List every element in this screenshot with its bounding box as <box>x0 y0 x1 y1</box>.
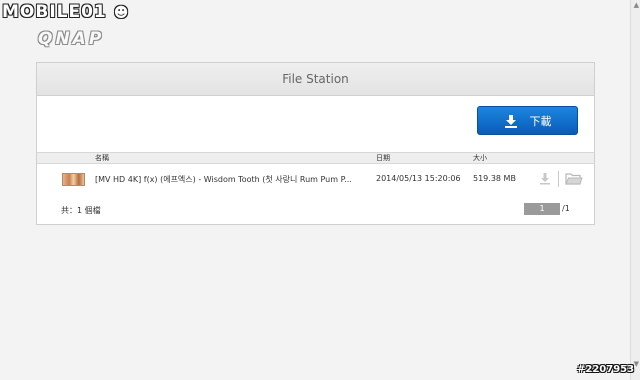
file-station-panel: File Station 下載 名稱 日期 大小 [MV HD 4K] f(x)… <box>36 62 595 225</box>
download-button[interactable]: 下載 <box>477 106 578 135</box>
file-name[interactable]: [MV HD 4K] f(x) (에프엑스) - Wisdom Tooth (첫… <box>95 174 352 185</box>
download-button-label: 下載 <box>529 114 552 128</box>
item-count: 共：1 個檔 <box>61 206 101 215</box>
header-name[interactable]: 名稱 <box>95 153 109 164</box>
table-header: 名稱 日期 大小 <box>37 152 594 164</box>
scroll-down-icon[interactable]: ▼ <box>634 360 639 368</box>
page-total: /1 <box>562 204 570 213</box>
download-icon[interactable] <box>538 172 552 188</box>
video-thumbnail <box>62 173 85 186</box>
file-date: 2014/05/13 15:20:06 <box>376 174 461 183</box>
download-icon <box>504 114 518 128</box>
watermark: MOBILE01 ☻ <box>2 2 130 22</box>
panel-title: File Station <box>37 63 594 96</box>
header-size[interactable]: 大小 <box>473 153 487 164</box>
table-row[interactable]: [MV HD 4K] f(x) (에프엑스) - Wisdom Tooth (첫… <box>37 164 594 194</box>
watermark-text: MOBILE01 <box>2 2 107 22</box>
post-id-stamp: #2207953 <box>577 364 635 375</box>
file-size: 519.38 MB <box>473 174 516 183</box>
folder-icon[interactable] <box>565 172 583 188</box>
page-input[interactable]: 1 <box>524 203 560 215</box>
action-divider <box>558 171 559 187</box>
header-date[interactable]: 日期 <box>376 153 390 164</box>
scroll-up-icon[interactable]: ▲ <box>634 1 639 9</box>
scrollbar[interactable]: ▲ ▼ <box>630 0 640 380</box>
qnap-logo: QNAP <box>38 29 105 49</box>
